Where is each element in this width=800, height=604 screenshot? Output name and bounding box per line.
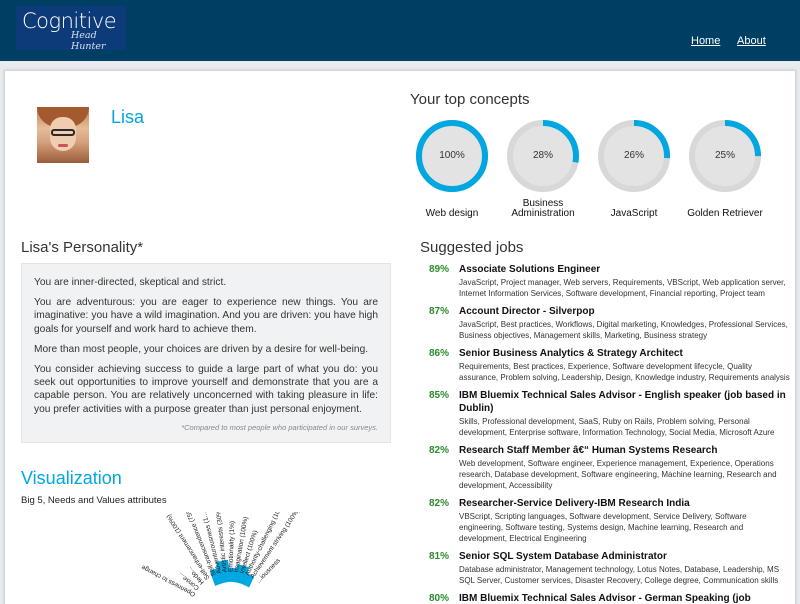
job-item[interactable]: 82% Researcher-Service Delivery-IBM Resea…	[420, 497, 792, 544]
sunburst-chart[interactable]: Openness to changeConse...Hedo...Self-en…	[31, 499, 381, 604]
job-match-percent: 87%	[429, 306, 450, 317]
job-match-percent: 86%	[429, 348, 450, 359]
concepts-title: Your top concepts	[410, 91, 530, 108]
job-skills: JavaScript, Best practices, Workflows, D…	[459, 320, 788, 340]
visualization-title: Visualization	[21, 468, 122, 488]
job-match-percent: 82%	[429, 445, 450, 456]
concept-label: JavaScript	[610, 208, 658, 219]
job-item[interactable]: 89% Associate Solutions Engineer JavaScrip…	[420, 263, 792, 299]
concept-label: Business Administration	[511, 198, 575, 219]
jobs-list: 89% Associate Solutions Engineer JavaScrip…	[420, 263, 792, 604]
concept-value: 28%	[532, 150, 553, 161]
job-match-percent: 85%	[429, 390, 450, 401]
concept-item: 26%	[596, 118, 680, 194]
concept-label: Web design	[425, 208, 479, 219]
nav-home-link[interactable]: Home	[691, 35, 720, 47]
avatar	[37, 107, 89, 163]
personality-box: You are inner-directed, skeptical and st…	[21, 263, 391, 443]
logo-sub-text: Head Hunter	[71, 30, 106, 52]
concept-value: 26%	[623, 150, 644, 161]
personality-paragraph: You are inner-directed, skeptical and st…	[34, 277, 227, 288]
job-title[interactable]: IBM Bluemix Technical Sales Advisor - En…	[459, 389, 792, 415]
personality-paragraph: You are adventurous: you are eager to ex…	[34, 297, 378, 335]
concept-item: 28%	[505, 118, 589, 194]
job-skills: Skills, Professional development, SaaS, …	[459, 417, 775, 437]
job-item[interactable]: 86% Senior Business Analytics & Strategy …	[420, 347, 792, 383]
job-title[interactable]: Senior Business Analytics & Strategy Arc…	[459, 347, 792, 360]
job-title[interactable]: Researcher-Service Delivery-IBM Research…	[459, 497, 792, 510]
job-match-percent: 81%	[429, 551, 450, 562]
top-navbar: Cognitive Head Hunter Home About	[0, 0, 800, 61]
personality-title: Lisa's Personality*	[21, 239, 144, 256]
job-title[interactable]: IBM Bluemix Technical Sales Advisor - Ge…	[459, 592, 792, 604]
concept-value: 100%	[439, 150, 465, 161]
concept-item: 100%	[414, 118, 498, 194]
job-match-percent: 80%	[429, 593, 450, 604]
job-skills: VBScript, Scripting languages, Software …	[459, 512, 747, 543]
job-title[interactable]: Research Staff Member â€“ Human Systems …	[459, 444, 792, 457]
sunburst-visualization[interactable]: Openness to change Conse... Hedo... Self-en…	[31, 499, 381, 604]
job-item[interactable]: 80% IBM Bluemix Technical Sales Advisor -…	[420, 592, 792, 604]
job-title[interactable]: Account Director - Silverpop	[459, 305, 792, 318]
job-item[interactable]: 82% Research Staff Member â€“ Human Syste…	[420, 444, 792, 491]
personality-paragraph: More than most people, your choices are …	[34, 343, 369, 355]
profile-name: Lisa	[111, 107, 145, 127]
job-item[interactable]: 81% Senior SQL System Database Administra…	[420, 550, 792, 586]
nav-about-link[interactable]: About	[737, 35, 766, 47]
job-match-percent: 82%	[429, 498, 450, 509]
job-skills: Requirements, Best practices, Experience…	[459, 362, 790, 382]
job-skills: Web development, Software engineer, Expe…	[459, 459, 777, 490]
job-item[interactable]: 87% Account Director - Silverpop JavaScrip…	[420, 305, 792, 341]
job-skills: JavaScript, Project manager, Web servers…	[459, 278, 786, 298]
personality-footnote: *Compared to most people who participate…	[181, 422, 378, 432]
personality-paragraph: You consider achieving success to guide …	[34, 364, 378, 415]
results-card: Lisa Your top concepts 100% 28% 26% 25% Lis…	[4, 70, 796, 604]
concept-value: 25%	[714, 150, 735, 161]
job-skills: Database administrator, Management techn…	[459, 565, 780, 585]
concept-label: Golden Retriever	[687, 208, 763, 219]
jobs-title: Suggested jobs	[420, 239, 524, 256]
job-title[interactable]: Associate Solutions Engineer	[459, 263, 792, 276]
job-match-percent: 89%	[429, 264, 450, 275]
concept-item: 25%	[687, 118, 771, 194]
visualization-subtitle: Big 5, Needs and Values attributes	[21, 495, 167, 506]
app-logo[interactable]: Cognitive Head Hunter	[16, 6, 126, 52]
job-item[interactable]: 85% IBM Bluemix Technical Sales Advisor -…	[420, 389, 792, 438]
job-title[interactable]: Senior SQL System Database Administrator	[459, 550, 792, 563]
